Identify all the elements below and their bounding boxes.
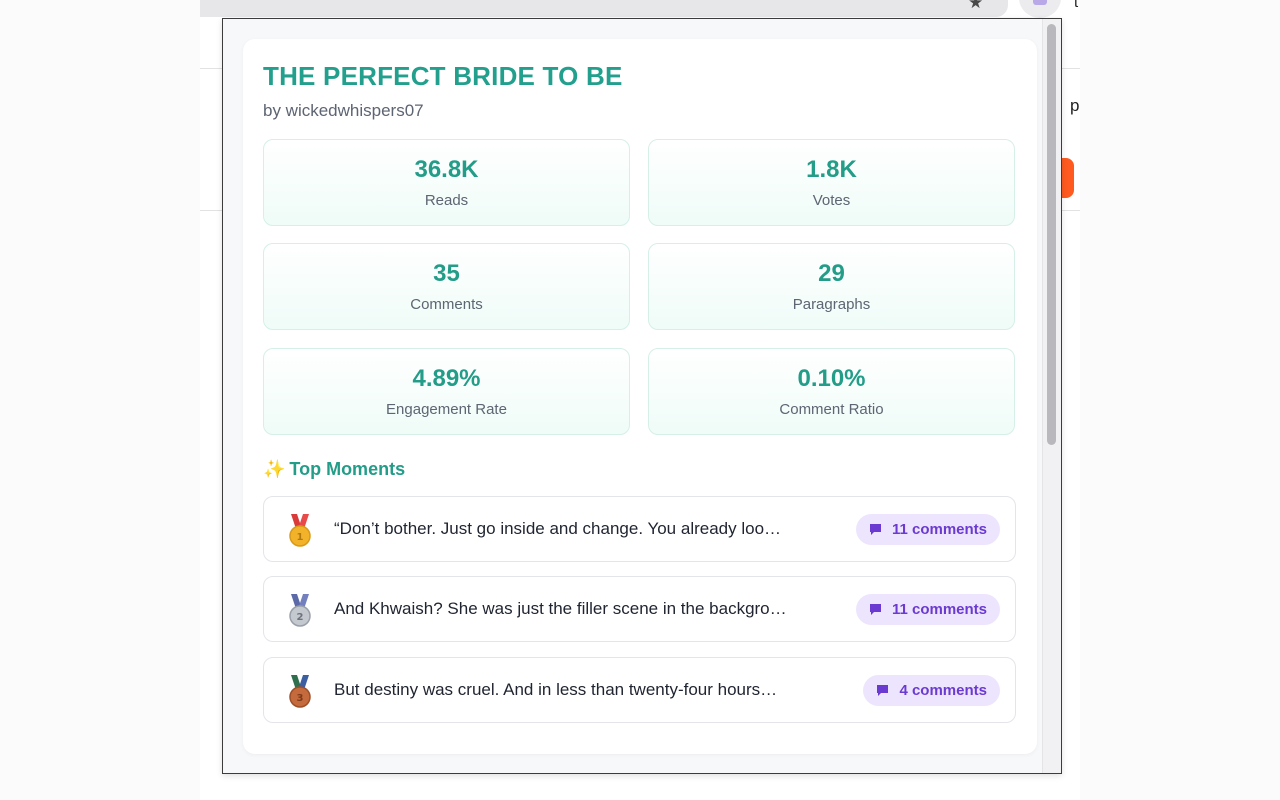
stat-paragraphs: 29 Paragraphs [648, 243, 1015, 330]
background-text-fragment: p [1070, 96, 1080, 115]
top-moments-heading: ✨ Top Moments [263, 459, 405, 480]
background-orange-button[interactable] [1062, 158, 1074, 198]
stat-value: 1.8K [806, 156, 857, 183]
browser-toolbar [200, 0, 1008, 17]
stat-label: Reads [424, 192, 469, 209]
background-divider [1062, 68, 1080, 69]
comment-icon [869, 524, 881, 535]
comment-count-badge[interactable]: 11 comments [855, 594, 1000, 625]
sparkles-icon: ✨ [263, 459, 286, 479]
comment-count-badge[interactable]: 11 comments [855, 514, 1000, 545]
stat-value: 4.89% [412, 365, 481, 392]
scrollbar-thumb[interactable] [1047, 24, 1056, 445]
medal-rank: 3 [297, 693, 304, 704]
top-moment-item[interactable]: 1 “Don’t bother. Just go inside and chan… [263, 496, 1016, 562]
moment-excerpt: And Khwaish? She was just the filler sce… [334, 599, 787, 618]
comment-count: 4 comments [899, 682, 987, 699]
stat-label: Paragraphs [792, 296, 871, 313]
bookmark-star-icon[interactable]: ★ [968, 0, 983, 13]
story-title: THE PERFECT BRIDE TO BE [263, 61, 623, 91]
top-moment-item[interactable]: 3 But destiny was cruel. And in less tha… [263, 657, 1016, 723]
top-moments-title: Top Moments [289, 459, 406, 479]
medal-rank: 1 [297, 532, 304, 543]
stat-value: 29 [818, 260, 845, 287]
gold-medal-icon: 1 [289, 514, 311, 547]
bronze-medal-icon: 3 [289, 675, 311, 708]
silver-medal-icon: 2 [289, 594, 311, 627]
moment-excerpt: But destiny was cruel. And in less than … [334, 680, 778, 699]
comment-icon [877, 685, 889, 696]
moment-excerpt: “Don’t bother. Just go inside and change… [334, 519, 782, 538]
story-author: by wickedwhispers07 [263, 101, 424, 120]
background-divider [1062, 210, 1080, 211]
background-divider [200, 210, 222, 211]
extension-popup: THE PERFECT BRIDE TO BE by wickedwhisper… [222, 18, 1062, 774]
stat-label: Comment Ratio [779, 401, 884, 418]
top-moment-item[interactable]: 2 And Khwaish? She was just the filler s… [263, 576, 1016, 642]
background-divider [200, 68, 222, 69]
stat-label: Engagement Rate [386, 401, 507, 418]
stat-comments: 35 Comments [263, 243, 630, 330]
comment-icon [869, 604, 881, 615]
stat-comment-ratio: 0.10% Comment Ratio [648, 348, 1015, 435]
comment-count: 11 comments [891, 521, 987, 538]
comment-count: 11 comments [891, 601, 987, 618]
stat-value: 35 [433, 260, 460, 287]
medal-rank: 2 [297, 612, 304, 623]
popup-scrollbar[interactable] [1042, 19, 1061, 773]
stat-label: Votes [812, 192, 851, 209]
comment-count-badge[interactable]: 4 comments [863, 675, 1000, 706]
extension-icon [1033, 0, 1047, 5]
stat-value: 36.8K [414, 156, 479, 183]
story-stats-card: THE PERFECT BRIDE TO BE by wickedwhisper… [243, 39, 1037, 754]
background-text-fragment: t [1074, 0, 1079, 11]
stat-votes: 1.8K Votes [648, 139, 1015, 226]
stat-label: Comments [410, 296, 483, 313]
stat-engagement-rate: 4.89% Engagement Rate [263, 348, 630, 435]
stat-reads: 36.8K Reads [263, 139, 630, 226]
stat-value: 0.10% [797, 365, 866, 392]
